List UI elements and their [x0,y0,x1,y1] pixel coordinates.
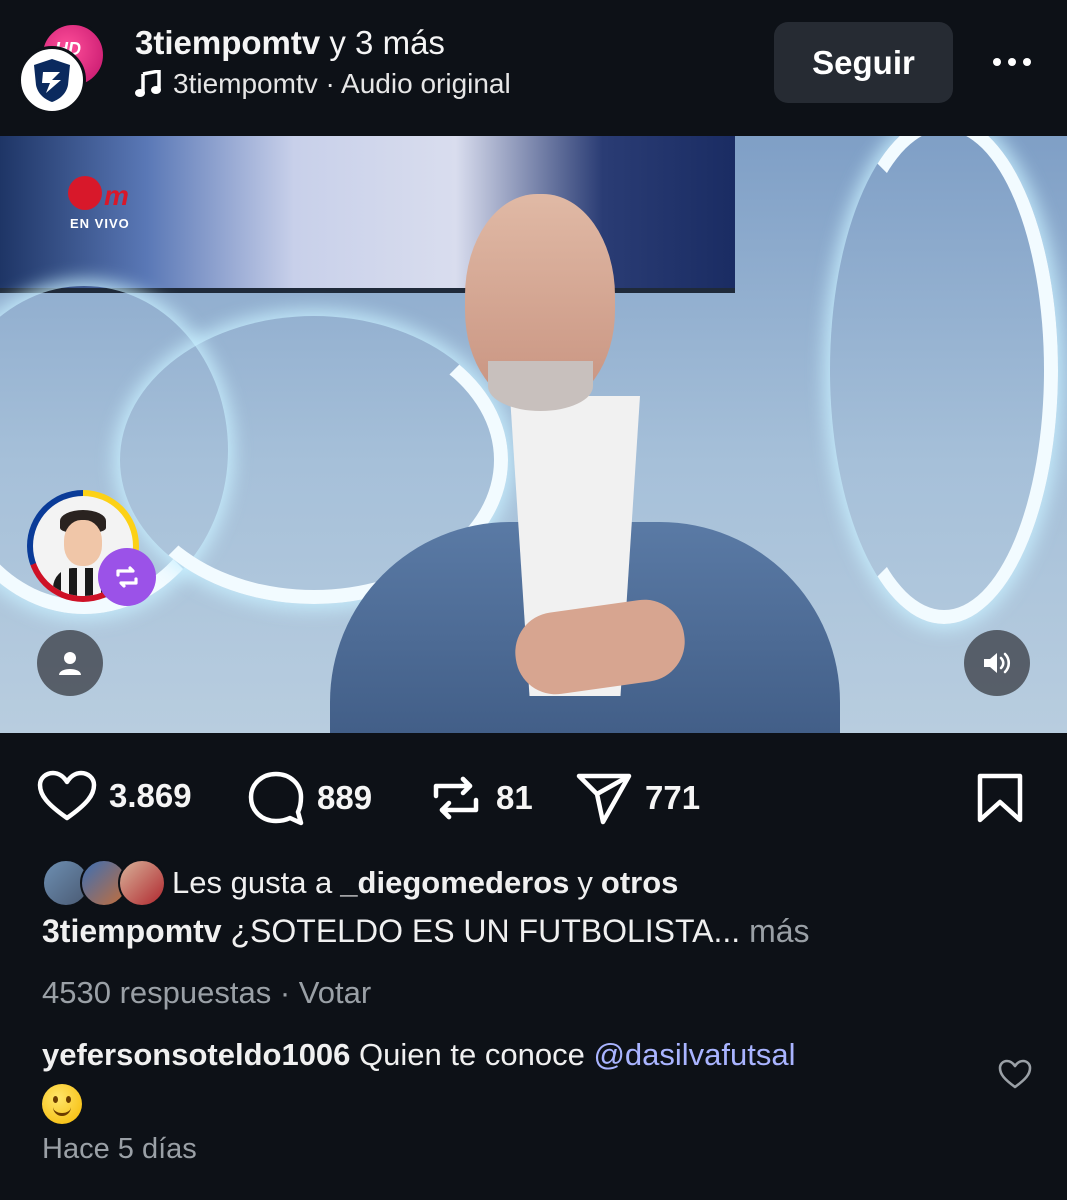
action-bar: 3.869 889 81 771 [0,752,1067,842]
follow-button[interactable]: Seguir [774,22,953,103]
coauthors-text[interactable]: y 3 más [329,24,445,61]
repost-action[interactable]: 81 [428,770,533,826]
send-icon[interactable] [575,770,633,826]
poll-separator: · [279,975,291,1010]
reposts-count[interactable]: 81 [496,779,533,817]
comments-count[interactable]: 889 [317,779,372,817]
vote-link[interactable]: Votar [299,975,371,1010]
heart-icon[interactable] [37,770,97,822]
video-player[interactable]: m EN VIVO [0,136,1067,733]
comment-text: Quien te conoce [359,1037,585,1072]
author-avatars[interactable]: HD [18,22,106,114]
comment-like-heart-icon[interactable] [998,1058,1032,1095]
caption-text: ¿SOTELDO ES UN FUTBOLISTA... [230,913,741,949]
caption-user[interactable]: 3tiempomtv [42,913,222,949]
audio-label: 3tiempomtv · Audio original [173,68,511,99]
comment-user[interactable]: yefersonsoteldo1006 [42,1037,350,1072]
caption-more-link[interactable]: más [749,913,809,949]
shield-logo-icon [34,59,70,102]
top-comment: yefersonsoteldo1006 Quien te conoce @das… [42,1033,962,1124]
tag-people-icon[interactable] [37,630,103,696]
neon-decoration [830,136,1058,624]
likes-count[interactable]: 3.869 [109,777,192,815]
comment-mention[interactable]: @dasilvafutsal [593,1037,795,1072]
author-name[interactable]: 3tiempomtv [135,24,320,61]
liked-by-user[interactable]: _diegomederos [340,865,569,901]
post-timestamp: Hace 5 días [42,1133,197,1165]
like-action[interactable]: 3.869 [37,770,192,822]
repost-icon[interactable] [428,770,484,826]
bookmark-icon[interactable] [976,772,1024,829]
live-label: EN VIVO [70,216,130,231]
post-title[interactable]: 3tiempomtv y 3 más [135,24,445,62]
comment-bubble-icon[interactable] [247,770,305,826]
liked-by-others[interactable]: otros [601,865,679,901]
smiling-face-emoji-icon [42,1083,82,1124]
comment-action[interactable]: 889 [247,770,372,826]
music-note-icon [135,70,161,97]
liked-by-connector: y [577,865,593,900]
liked-by-prefix: Les gusta a [172,865,333,900]
liker-avatars[interactable] [42,859,166,907]
liked-by-row[interactable]: Les gusta a _diegomederos y otros [42,858,678,908]
shares-count[interactable]: 771 [645,779,700,817]
volume-icon[interactable] [964,630,1030,696]
share-action[interactable]: 771 [575,770,700,826]
audio-info[interactable]: 3tiempomtv · Audio original [135,68,511,100]
channel-live-logo: m EN VIVO [62,172,152,236]
post-caption: 3tiempomtv ¿SOTELDO ES UN FUTBOLISTA... … [42,913,810,950]
repost-badge-icon [98,548,156,606]
more-options-icon[interactable] [984,40,1040,84]
presenter-beard [488,361,593,411]
post-header: HD 3tiempomtv y 3 más 3tiempomtv · Audio… [0,0,1067,132]
author-avatar[interactable] [18,46,86,114]
poll-responses[interactable]: 4530 respuestas [42,975,271,1010]
poll-row: 4530 respuestas · Votar [42,975,371,1011]
